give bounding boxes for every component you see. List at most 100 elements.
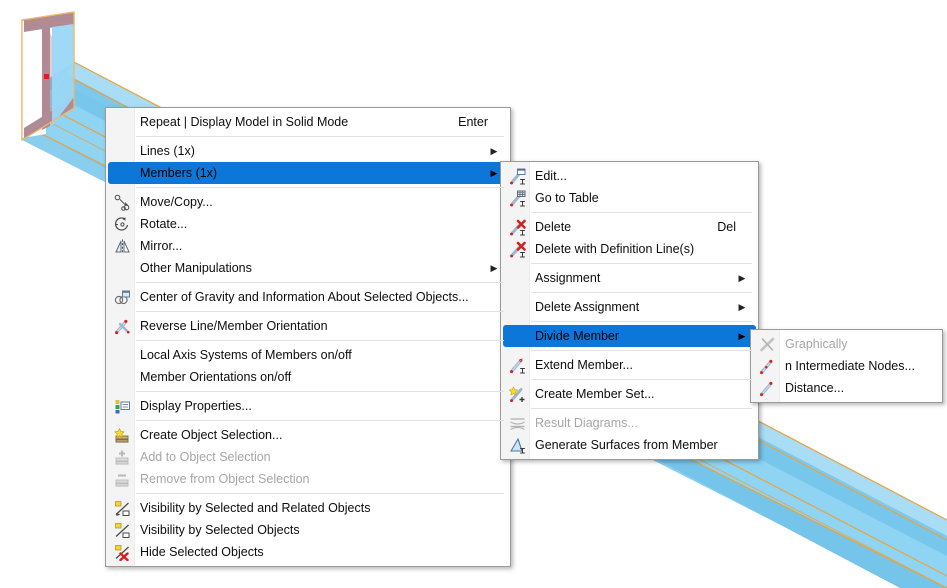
menu-separator — [136, 340, 504, 341]
submenu-arrow-icon: ▶ — [738, 330, 746, 341]
menu-separator — [531, 408, 752, 409]
application-window: Repeat | Display Model in Solid Mode Ente… — [0, 0, 947, 588]
menu-item-members-result-diagrams: Result Diagrams... — [503, 412, 756, 434]
move-copy-icon — [108, 191, 136, 213]
menu-item-context-visibility-by-selected-objects[interactable]: Visibility by Selected Objects — [108, 519, 508, 541]
submenu-arrow-icon: ▶ — [738, 301, 746, 312]
menu-item-context-reverse-line-member-orientation[interactable]: Reverse Line/Member Orientation — [108, 315, 508, 337]
menu-separator — [531, 263, 752, 264]
menu-item-label: Create Member Set... — [535, 387, 655, 401]
mirror-icon — [108, 235, 136, 257]
menu-item-label: Display Properties... — [140, 399, 252, 413]
menu-separator — [136, 187, 504, 188]
menu-item-label: Graphically — [785, 337, 848, 351]
menu-item-context-display-properties[interactable]: Display Properties... — [108, 395, 508, 417]
menu-item-icon-placeholder — [503, 325, 531, 347]
menu-separator — [136, 282, 504, 283]
add-to-object-selection-icon — [108, 446, 136, 468]
menu-item-label: Distance... — [785, 381, 845, 395]
menu-item-label: Repeat | Display Model in Solid Mode — [140, 115, 349, 129]
menu-item-label: Remove from Object Selection — [140, 472, 310, 486]
submenu-arrow-icon: ▶ — [490, 145, 498, 156]
menu-item-label: Mirror... — [140, 239, 183, 253]
menu-item-label: Add to Object Selection — [140, 450, 271, 464]
divide-distance-icon — [753, 377, 781, 399]
menu-item-label: Delete Assignment — [535, 300, 640, 314]
menu-item-context-repeat-display-model-in-solid-mode[interactable]: Repeat | Display Model in Solid Mode Ente… — [108, 111, 508, 133]
visibility-selected-icon — [108, 519, 136, 541]
menu-item-members-go-to-table[interactable]: Go to Table — [503, 187, 756, 209]
member-delete-icon — [503, 216, 531, 238]
menu-item-icon-placeholder — [108, 366, 136, 388]
menu-item-context-other-manipulations[interactable]: Other Manipulations ▶ — [108, 257, 508, 279]
menu-item-icon-placeholder — [108, 257, 136, 279]
submenu-divide-member[interactable]: Graphically n Intermediate Nodes... Distan… — [750, 329, 943, 403]
submenu-arrow-icon: ▶ — [738, 272, 746, 283]
menu-item-label: Edit... — [535, 169, 567, 183]
menu-separator — [136, 391, 504, 392]
menu-item-members-edit[interactable]: Edit... — [503, 165, 756, 187]
menu-item-members-delete[interactable]: Delete Del — [503, 216, 756, 238]
menu-item-members-extend-member[interactable]: Extend Member... — [503, 354, 756, 376]
menu-item-context-move-copy[interactable]: Move/Copy... — [108, 191, 508, 213]
menu-item-label: Visibility by Selected and Related Objec… — [140, 501, 371, 515]
menu-separator — [531, 350, 752, 351]
menu-item-divide-distance[interactable]: Distance... — [753, 377, 940, 399]
submenu-members[interactable]: Edit... Go to Table Delete Del Delete with D… — [500, 161, 759, 460]
menu-item-context-create-object-selection[interactable]: Create Object Selection... — [108, 424, 508, 446]
context-menu-main[interactable]: Repeat | Display Model in Solid Mode Ente… — [105, 107, 511, 567]
rotate-icon — [108, 213, 136, 235]
menu-item-label: Delete — [535, 220, 572, 234]
menu-item-label: Center of Gravity and Information About … — [140, 290, 469, 304]
visibility-related-icon — [108, 497, 136, 519]
menu-item-label: Local Axis Systems of Members on/off — [140, 348, 352, 362]
generate-surfaces-icon — [503, 434, 531, 456]
menu-item-label: Hide Selected Objects — [140, 545, 264, 559]
menu-item-icon-placeholder — [108, 344, 136, 366]
menu-item-context-hide-selected-objects[interactable]: Hide Selected Objects — [108, 541, 508, 563]
menu-item-context-rotate[interactable]: Rotate... — [108, 213, 508, 235]
menu-item-context-mirror[interactable]: Mirror... — [108, 235, 508, 257]
menu-item-members-generate-surfaces-from-member[interactable]: Generate Surfaces from Member — [503, 434, 756, 456]
menu-item-context-member-orientations-on-off[interactable]: Member Orientations on/off — [108, 366, 508, 388]
menu-item-members-assignment[interactable]: Assignment ▶ — [503, 267, 756, 289]
node-marker — [44, 74, 49, 79]
menu-item-divide-graphically: Graphically — [753, 333, 940, 355]
menu-item-members-delete-assignment[interactable]: Delete Assignment ▶ — [503, 296, 756, 318]
menu-item-label: Create Object Selection... — [140, 428, 283, 442]
menu-item-label: Delete with Definition Line(s) — [535, 242, 695, 256]
menu-item-context-visibility-by-selected-and-related-objects[interactable]: Visibility by Selected and Related Objec… — [108, 497, 508, 519]
menu-item-context-add-to-object-selection: Add to Object Selection — [108, 446, 508, 468]
menu-item-label: Reverse Line/Member Orientation — [140, 319, 328, 333]
menu-item-label: Visibility by Selected Objects — [140, 523, 300, 537]
menu-item-context-remove-from-object-selection: Remove from Object Selection — [108, 468, 508, 490]
menu-item-label: Move/Copy... — [140, 195, 213, 209]
hide-selected-icon — [108, 541, 136, 563]
member-table-icon — [503, 187, 531, 209]
menu-item-context-local-axis-systems-of-members-on-off[interactable]: Local Axis Systems of Members on/off — [108, 344, 508, 366]
menu-item-label: Assignment — [535, 271, 601, 285]
member-delete-line-icon — [503, 238, 531, 260]
menu-item-context-members-1x[interactable]: Members (1x) ▶ — [108, 162, 508, 184]
menu-item-label: Go to Table — [535, 191, 599, 205]
menu-item-context-center-of-gravity-and-information-about-selected-objects[interactable]: Center of Gravity and Information About … — [108, 286, 508, 308]
menu-item-members-delete-with-definition-line-s[interactable]: Delete with Definition Line(s) — [503, 238, 756, 260]
menu-item-icon-placeholder — [503, 296, 531, 318]
create-object-selection-icon — [108, 424, 136, 446]
remove-from-object-selection-icon — [108, 468, 136, 490]
menu-item-members-divide-member[interactable]: Divide Member ▶ — [503, 325, 756, 347]
divide-graphically-icon — [753, 333, 781, 355]
menu-item-icon-placeholder — [108, 111, 136, 133]
submenu-arrow-icon: ▶ — [490, 167, 498, 178]
menu-item-divide-n-intermediate-nodes[interactable]: n Intermediate Nodes... — [753, 355, 940, 377]
menu-item-label: Rotate... — [140, 217, 188, 231]
menu-item-label: n Intermediate Nodes... — [785, 359, 915, 373]
menu-separator — [531, 379, 752, 380]
result-diagrams-icon — [503, 412, 531, 434]
menu-item-members-create-member-set[interactable]: Create Member Set... — [503, 383, 756, 405]
menu-separator — [136, 493, 504, 494]
menu-item-label: Result Diagrams... — [535, 416, 638, 430]
menu-separator — [531, 292, 752, 293]
menu-item-context-lines-1x[interactable]: Lines (1x) ▶ — [108, 140, 508, 162]
menu-item-label: Extend Member... — [535, 358, 633, 372]
